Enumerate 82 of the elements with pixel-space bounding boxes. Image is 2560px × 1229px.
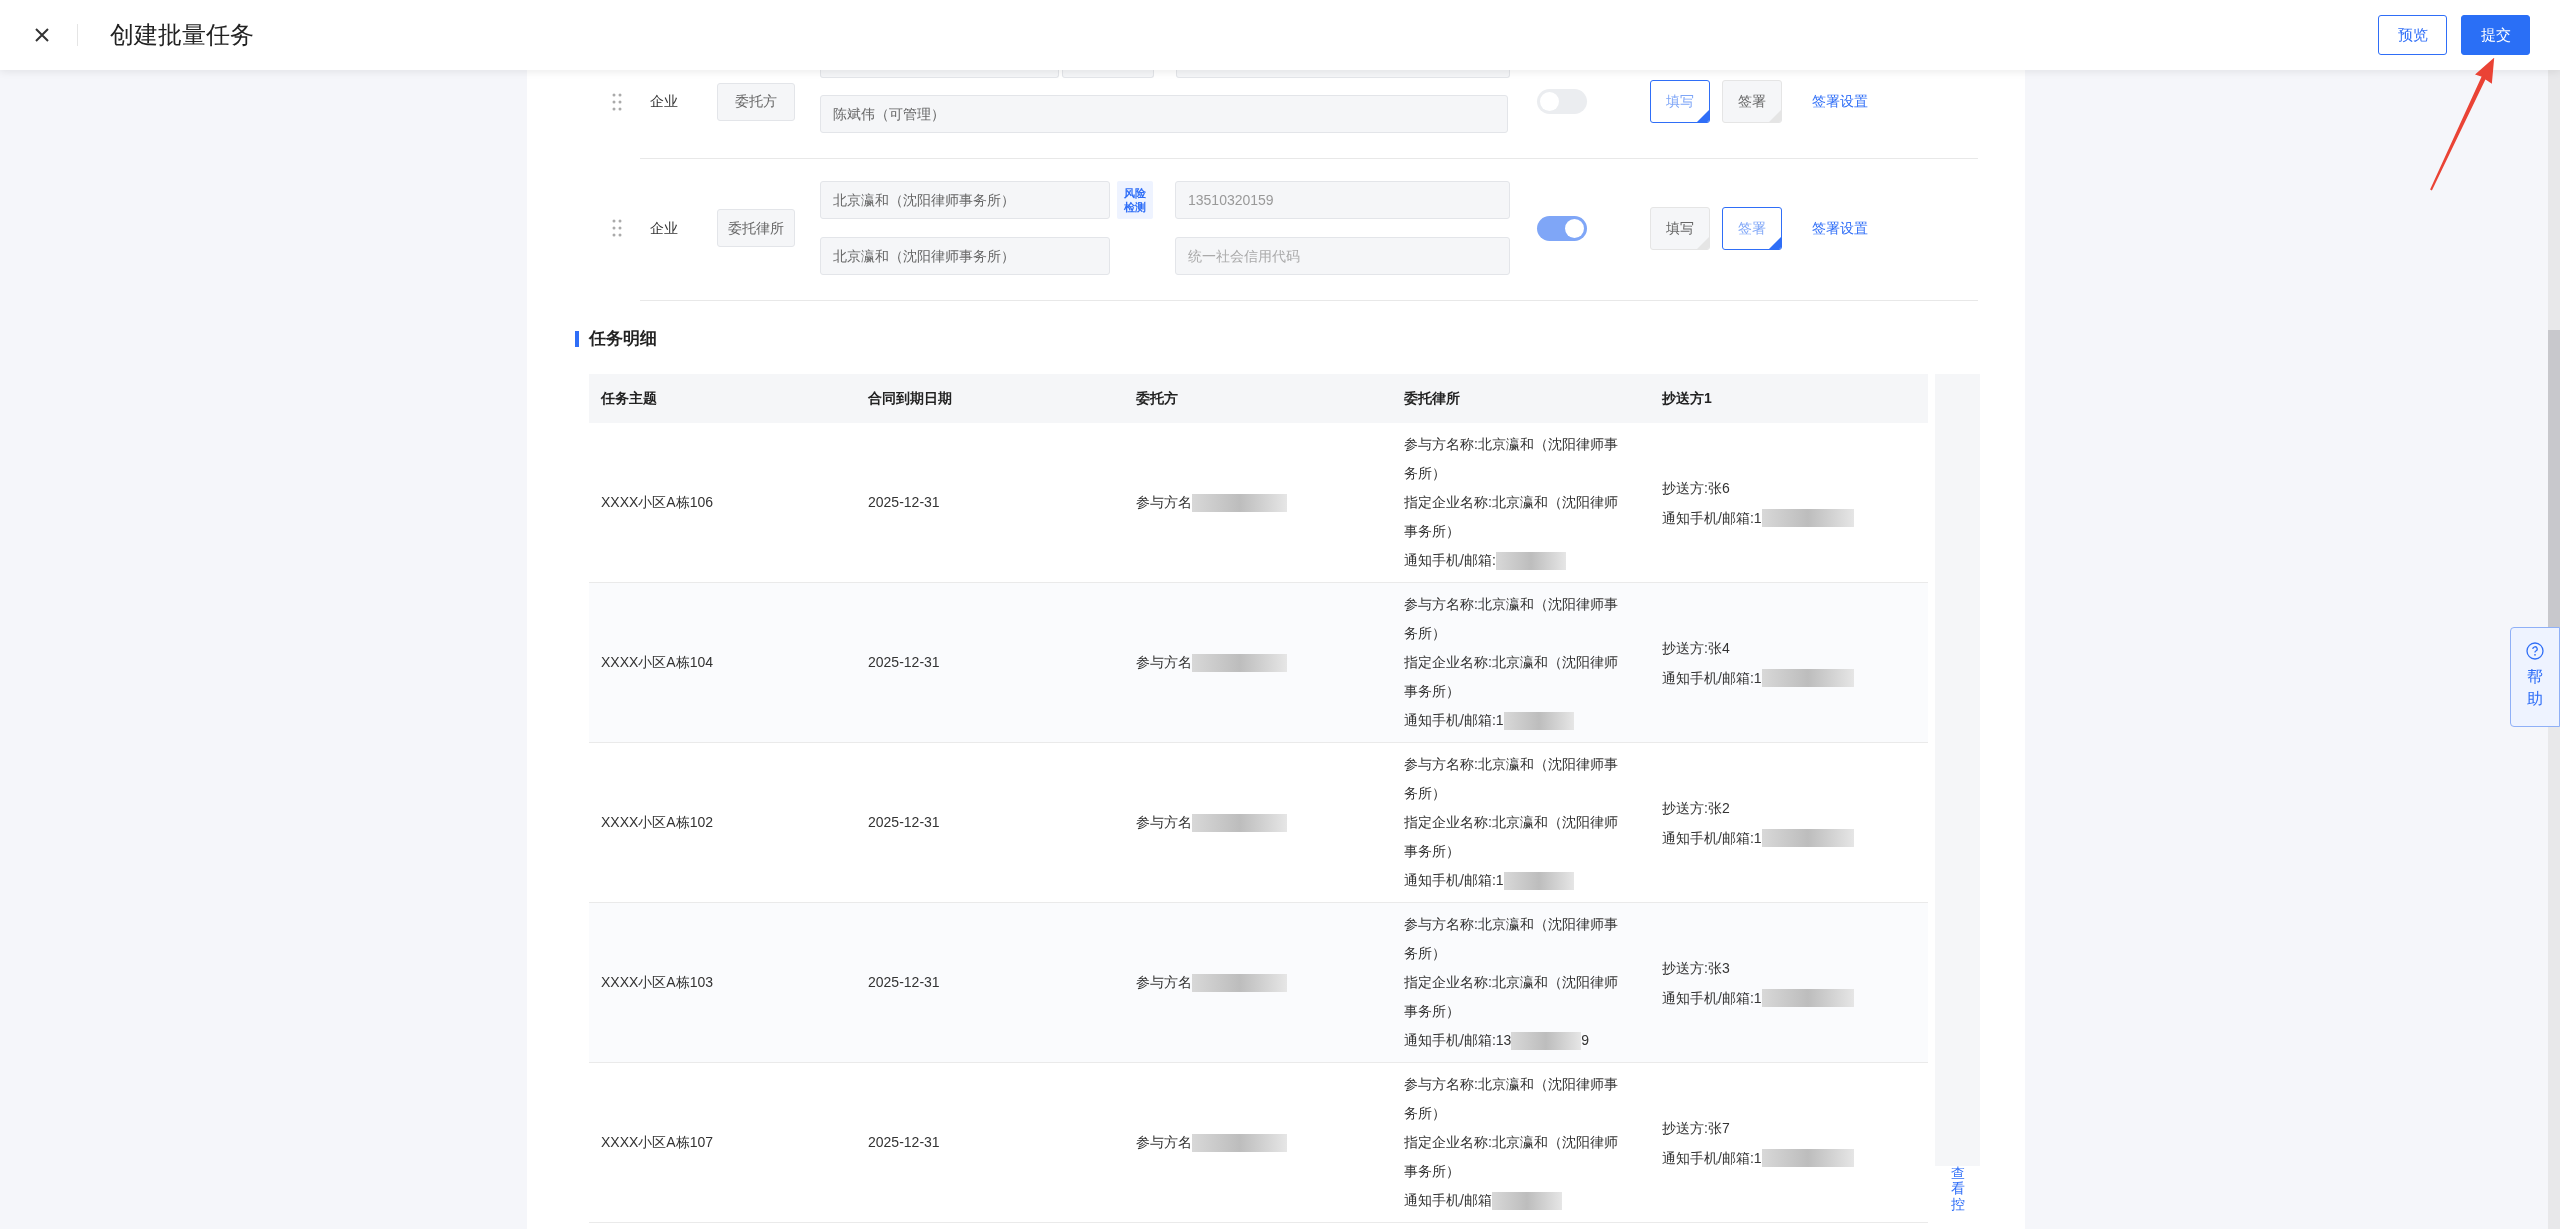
table-cell-text: XXXX小区A栋106 <box>600 493 715 512</box>
column-header: 任务主题 <box>599 389 658 408</box>
table-cell-text: 参与方名 <box>1136 653 1192 672</box>
view-controls-link[interactable]: 查看控 <box>1950 1166 1965 1213</box>
option-button[interactable]: 签署 <box>1722 80 1782 123</box>
phone-field[interactable] <box>1176 70 1510 78</box>
company-field[interactable]: 北京瀛和（沈阳律师事务所） <box>820 237 1110 275</box>
table-cell-text: 指定企业名称:北京瀛和（沈阳律师事务所） <box>1404 653 1619 701</box>
table-cell-text: XXXX小区A栋107 <box>600 1133 715 1152</box>
manager-field[interactable]: 陈斌伟（可管理） <box>820 95 1508 133</box>
blurred-text <box>1503 711 1574 730</box>
table-cell-text: 参与方名 <box>1136 1133 1192 1152</box>
close-icon[interactable] <box>35 28 49 42</box>
table-cell-text: 通知手机/邮箱:1 <box>1662 828 1762 848</box>
table-cell-text: 2025-12-31 <box>867 1133 941 1152</box>
blurred-text <box>1491 1191 1562 1210</box>
table-cell-text: 2025-12-31 <box>867 973 941 992</box>
table-cell-text: 2025-12-31 <box>867 813 941 832</box>
table-cell-text: 参与方名 <box>1136 493 1192 512</box>
table-cell-text: 参与方名称:北京瀛和（沈阳律师事务所） <box>1404 435 1619 483</box>
table-cell-text: 通知手机/邮箱:1 <box>1662 668 1762 688</box>
signing-settings-link[interactable]: 签署设置 <box>1812 217 1868 239</box>
section-title: 任务明细 <box>589 327 657 350</box>
table-cell-text: 通知手机/邮箱:1 <box>1662 1148 1762 1168</box>
table-cell-text: 抄送方:张6 <box>1662 478 1731 498</box>
table-cell-text: 通知手机/邮箱:1 <box>1662 508 1762 528</box>
table-cell-text: 通知手机/邮箱:1 <box>1404 711 1504 730</box>
page-title: 创建批量任务 <box>110 20 254 50</box>
table-cell-text: 抄送方:张2 <box>1662 798 1731 818</box>
table-cell-text: 通知手机/邮箱 <box>1404 1191 1492 1210</box>
help-icon <box>2526 642 2544 660</box>
table-cell-text: 通知手机/邮箱:1 <box>1662 988 1762 1008</box>
table-cell-text: 指定企业名称:北京瀛和（沈阳律师事务所） <box>1404 813 1619 861</box>
table-cell-text: 2025-12-31 <box>867 653 941 672</box>
table-cell-text: 通知手机/邮箱:13 <box>1404 1031 1512 1050</box>
table-cell-text: 参与方名称:北京瀛和（沈阳律师事务所） <box>1404 755 1619 803</box>
drag-handle-icon[interactable] <box>612 219 622 237</box>
table-cell-text: 9 <box>1581 1031 1590 1050</box>
table-cell-text: 抄送方:张4 <box>1662 638 1731 658</box>
table-cell-text: XXXX小区A栋102 <box>600 813 715 832</box>
name-field[interactable]: 北京瀛和（沈阳律师事务所） <box>820 181 1110 219</box>
option-button[interactable]: 填写 <box>1650 80 1710 123</box>
column-header: 抄送方1 <box>1661 389 1713 408</box>
signing-settings-link[interactable]: 签署设置 <box>1812 91 1868 112</box>
credit-code-field[interactable]: 统一社会信用代码 <box>1175 237 1510 275</box>
name-field[interactable] <box>820 70 1060 78</box>
table-cell-text: 通知手机/邮箱:1 <box>1404 871 1504 890</box>
table-cell-text: 2025-12-31 <box>867 493 941 512</box>
column-header: 委托方 <box>1135 389 1179 408</box>
table-cell-text: 参与方名称:北京瀛和（沈阳律师事务所） <box>1404 595 1619 643</box>
option-button[interactable]: 填写 <box>1650 206 1710 250</box>
table-cell-text: 指定企业名称:北京瀛和（沈阳律师事务所） <box>1404 493 1619 541</box>
preview-button[interactable]: 预览 <box>2378 15 2447 55</box>
table-cell-text: 指定企业名称:北京瀛和（沈阳律师事务所） <box>1404 973 1619 1021</box>
scrollbar[interactable] <box>2548 70 2560 1229</box>
blurred-text <box>1503 871 1574 890</box>
risk-check-badge[interactable]: 风险检测 <box>1117 181 1153 219</box>
column-header: 合同到期日期 <box>867 389 953 408</box>
table-cell-text: 参与方名 <box>1136 973 1192 992</box>
toggle-switch[interactable] <box>1537 215 1587 241</box>
drag-handle-icon[interactable] <box>612 92 622 111</box>
table-cell-text: 抄送方:张7 <box>1662 1118 1731 1138</box>
column-header: 委托律所 <box>1403 389 1461 408</box>
phone-field[interactable]: 13510320159 <box>1175 181 1510 219</box>
blurred-text <box>1495 551 1566 570</box>
table-cell-text: 指定企业名称:北京瀛和（沈阳律师事务所） <box>1404 1133 1619 1181</box>
role-label: 委托律所 <box>717 209 795 247</box>
signer-type: 企业 <box>650 218 679 238</box>
signer-type: 企业 <box>650 92 679 111</box>
table-cell-text: 抄送方:张3 <box>1662 958 1731 978</box>
name-field-suffix[interactable] <box>1062 70 1154 78</box>
role-label: 委托方 <box>717 82 795 121</box>
table-cell-text: 参与方名称:北京瀛和（沈阳律师事务所） <box>1404 1075 1619 1123</box>
option-button[interactable]: 签署 <box>1722 206 1782 250</box>
table-cell-text: XXXX小区A栋104 <box>600 653 715 672</box>
table-cell-text: 参与方名称:北京瀛和（沈阳律师事务所） <box>1404 915 1619 963</box>
table-cell-text: XXXX小区A栋103 <box>600 973 715 992</box>
blurred-text <box>1511 1031 1582 1050</box>
submit-button[interactable]: 提交 <box>2461 15 2530 55</box>
help-tab[interactable]: 帮助 <box>2510 627 2560 727</box>
table-cell-text: 通知手机/邮箱: <box>1404 551 1496 570</box>
table-cell-text: 参与方名 <box>1136 813 1192 832</box>
